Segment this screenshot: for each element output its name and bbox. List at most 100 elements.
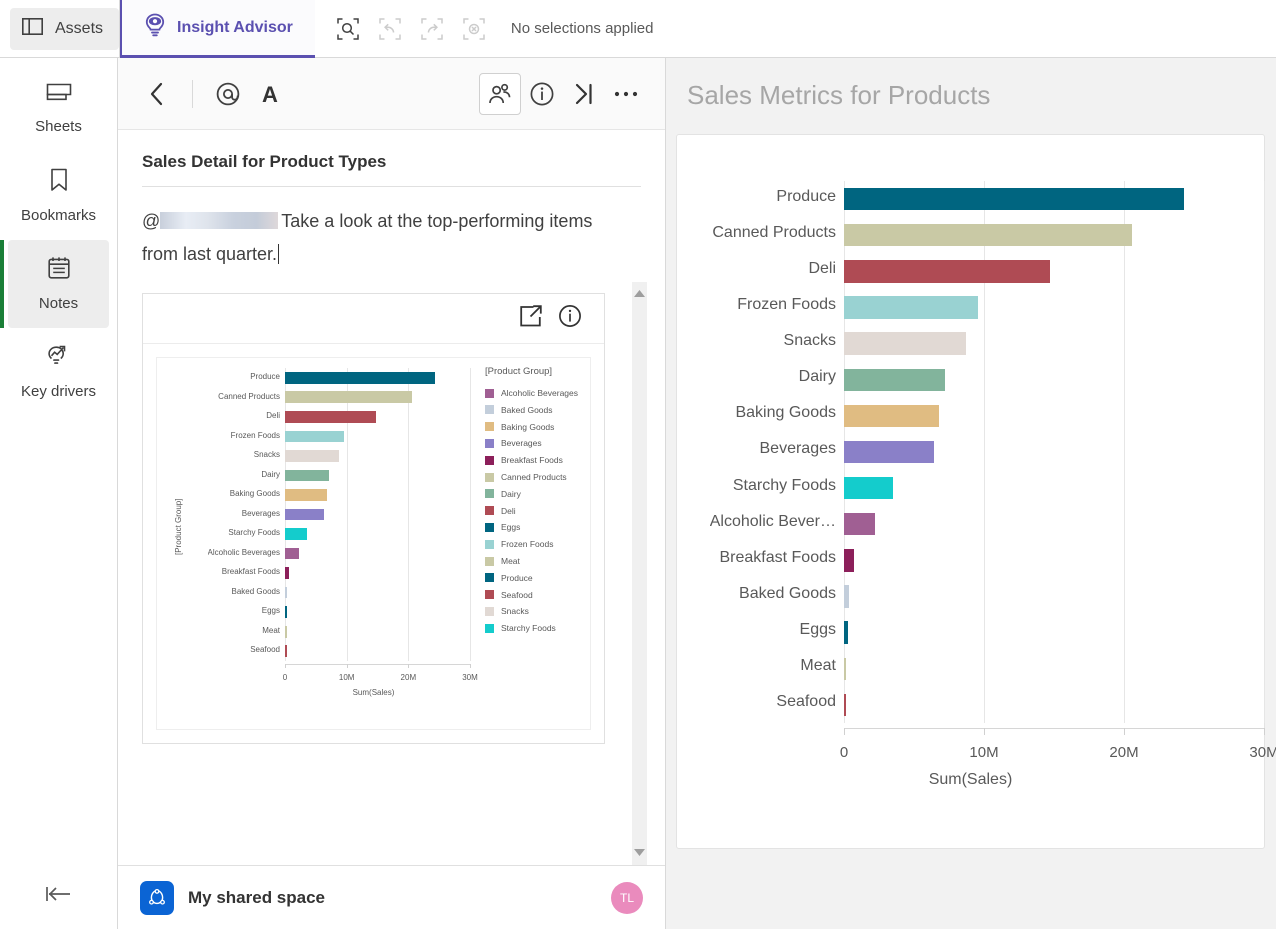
collaborators-button[interactable]: [479, 72, 521, 115]
bar[interactable]: [285, 567, 290, 579]
category-label[interactable]: Eggs: [262, 606, 280, 615]
sidebar-item-bookmarks[interactable]: Bookmarks: [8, 152, 109, 240]
embedded-bar-chart[interactable]: Produce Canned Products Deli Frozen Foods Sn…: [156, 357, 591, 730]
category-label[interactable]: Produce: [776, 188, 836, 206]
embedded-chart-card[interactable]: Produce Canned Products Deli Frozen Foods Sn…: [142, 293, 605, 744]
category-label[interactable]: Canned Products: [712, 224, 836, 242]
legend-item[interactable]: Seafood: [485, 590, 533, 600]
legend-item[interactable]: Produce: [485, 573, 533, 583]
category-label[interactable]: Baking Goods: [230, 489, 280, 498]
collapse-rail-button[interactable]: [0, 863, 117, 929]
bar[interactable]: [844, 585, 849, 608]
category-label[interactable]: Starchy Foods: [733, 477, 836, 495]
category-label[interactable]: Meat: [800, 657, 836, 675]
legend-item[interactable]: Breakfast Foods: [485, 455, 563, 465]
bar[interactable]: [844, 513, 875, 536]
bar[interactable]: [285, 391, 413, 404]
category-label[interactable]: Breakfast Foods: [222, 567, 280, 576]
avatar[interactable]: TL: [611, 881, 643, 914]
sidebar-item-notes[interactable]: Notes: [0, 240, 109, 328]
scroll-up-arrow-icon[interactable]: [632, 286, 647, 300]
assets-button[interactable]: Assets: [10, 7, 120, 50]
bar[interactable]: [844, 296, 979, 319]
bar[interactable]: [844, 404, 940, 428]
mention-button[interactable]: [207, 73, 249, 115]
category-label[interactable]: Seafood: [776, 693, 836, 711]
category-label[interactable]: Meat: [262, 626, 280, 635]
bar[interactable]: [285, 645, 287, 658]
note-text-editor[interactable]: @ Take a look at the top-performing items…: [118, 187, 665, 271]
undo-selection-icon[interactable]: [373, 12, 407, 46]
category-label[interactable]: Deli: [266, 411, 280, 420]
legend-item[interactable]: Frozen Foods: [485, 539, 553, 549]
category-label[interactable]: Baking Goods: [735, 404, 836, 422]
category-label[interactable]: Starchy Foods: [228, 528, 280, 537]
bar[interactable]: [285, 371, 435, 384]
bar[interactable]: [285, 450, 339, 462]
category-label[interactable]: Beverages: [760, 440, 837, 458]
category-label[interactable]: Alcoholic Bever…: [710, 513, 836, 531]
bar[interactable]: [844, 657, 846, 680]
note-scrollbar[interactable]: [632, 282, 647, 865]
category-label[interactable]: Dairy: [799, 368, 836, 386]
category-label[interactable]: Snacks: [254, 450, 280, 459]
category-label[interactable]: Deli: [808, 260, 836, 278]
bar[interactable]: [844, 223, 1133, 247]
bar[interactable]: [285, 410, 376, 423]
category-label[interactable]: Alcoholic Beverages: [208, 548, 280, 557]
bar[interactable]: [285, 508, 325, 521]
text-format-button[interactable]: A: [249, 73, 291, 115]
category-label[interactable]: Snacks: [784, 332, 836, 350]
sidebar-item-key-drivers[interactable]: Key drivers: [8, 328, 109, 416]
clear-selections-icon[interactable]: [457, 12, 491, 46]
back-button[interactable]: [136, 73, 178, 115]
bar[interactable]: [844, 368, 945, 391]
legend-item[interactable]: Starchy Foods: [485, 623, 556, 633]
bar[interactable]: [844, 476, 893, 500]
main-chart-card[interactable]: Produce Canned Products Deli Frozen Foods Sn…: [676, 134, 1276, 849]
category-label[interactable]: Baked Goods: [232, 587, 280, 596]
legend-item[interactable]: Canned Products: [485, 472, 567, 482]
legend-item[interactable]: Deli: [485, 506, 516, 516]
category-label[interactable]: Frozen Foods: [231, 431, 280, 440]
bar[interactable]: [844, 693, 846, 717]
category-label[interactable]: Produce: [250, 372, 280, 381]
bar[interactable]: [285, 625, 287, 638]
sidebar-item-sheets[interactable]: Sheets: [8, 64, 109, 152]
bar[interactable]: [285, 430, 345, 443]
bar[interactable]: [285, 528, 307, 540]
info-circle-icon[interactable]: [558, 304, 582, 333]
bar[interactable]: [285, 489, 327, 501]
scroll-down-arrow-icon[interactable]: [632, 845, 647, 859]
legend-item[interactable]: Beverages: [485, 438, 542, 448]
more-options-button[interactable]: [605, 73, 647, 115]
bar[interactable]: [844, 621, 848, 644]
legend-item[interactable]: Eggs: [485, 522, 520, 532]
category-label[interactable]: Seafood: [250, 645, 280, 654]
legend-item[interactable]: Snacks: [485, 606, 529, 616]
open-chart-icon[interactable]: [520, 305, 542, 332]
category-label[interactable]: Canned Products: [218, 392, 280, 401]
category-label[interactable]: Eggs: [800, 621, 836, 639]
redo-selection-icon[interactable]: [415, 12, 449, 46]
legend-item[interactable]: Alcoholic Beverages: [485, 388, 578, 398]
bar[interactable]: [844, 260, 1050, 283]
legend-item[interactable]: Meat: [485, 556, 520, 566]
bar[interactable]: [285, 586, 288, 599]
bar[interactable]: [844, 440, 934, 464]
category-label[interactable]: Frozen Foods: [737, 296, 836, 314]
legend-item[interactable]: Dairy: [485, 489, 521, 499]
bar[interactable]: [844, 187, 1185, 211]
bar[interactable]: [285, 469, 330, 482]
legend-item[interactable]: Baking Goods: [485, 422, 554, 432]
category-label[interactable]: Baked Goods: [739, 585, 836, 603]
bar[interactable]: [844, 332, 966, 355]
collapse-panel-button[interactable]: [563, 73, 605, 115]
legend-item[interactable]: Baked Goods: [485, 405, 553, 415]
category-label[interactable]: Breakfast Foods: [720, 549, 837, 567]
selection-search-icon[interactable]: [331, 12, 365, 46]
tab-insight-advisor[interactable]: Insight Advisor: [122, 0, 315, 58]
info-button[interactable]: [521, 73, 563, 115]
bar[interactable]: [285, 547, 299, 560]
category-label[interactable]: Beverages: [242, 509, 280, 518]
